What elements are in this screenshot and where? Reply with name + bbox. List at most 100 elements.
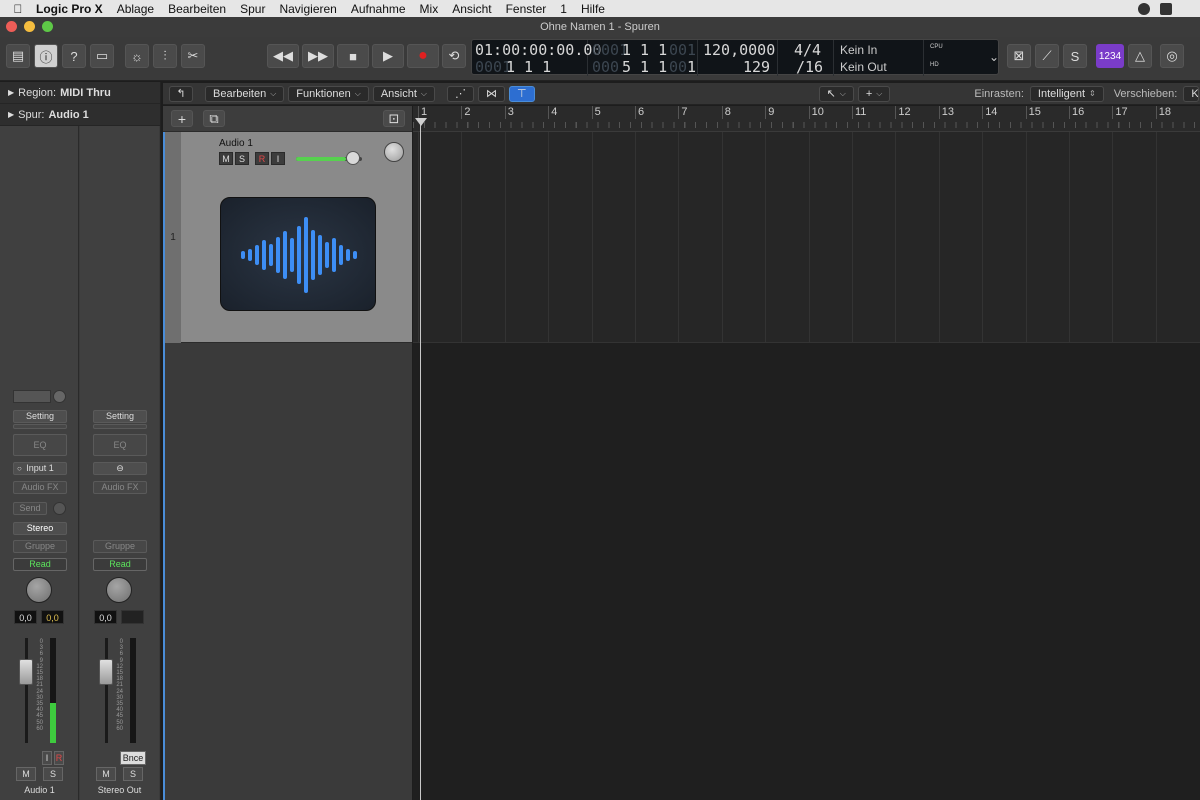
edit-menu[interactable]: Bearbeiten ⌵ <box>205 85 285 102</box>
close-window-button[interactable] <box>6 21 17 32</box>
eq-button[interactable]: EQ <box>93 434 147 456</box>
apple-menu-icon[interactable]:  <box>0 2 36 16</box>
audio-fx-button[interactable]: Audio FX <box>13 481 67 494</box>
input-button[interactable]: ○ Input 1 <box>13 462 67 475</box>
pan-knob[interactable] <box>26 577 52 603</box>
app-menu[interactable]: Logic Pro X <box>36 2 103 16</box>
input-monitor-button[interactable]: I <box>42 751 52 765</box>
functions-menu[interactable]: Funktionen ⌵ <box>288 85 369 102</box>
volume-fader-track[interactable] <box>105 638 108 743</box>
input-knob[interactable] <box>53 390 66 403</box>
catch-playhead-button[interactable]: ⊤ <box>508 85 535 102</box>
mute-button[interactable]: M <box>16 767 36 781</box>
record-enable-button[interactable]: R <box>54 751 64 765</box>
smart-controls-button[interactable]: ☼ <box>125 44 149 68</box>
menu-item-aufnahme[interactable]: Aufnahme <box>351 2 406 16</box>
volume-fader-handle[interactable] <box>99 659 113 685</box>
tuner-button[interactable]: ⟋ <box>1035 44 1059 68</box>
track-record-button[interactable]: R <box>255 152 269 165</box>
loop-browser-button[interactable]: ◎ <box>1160 44 1184 68</box>
playhead-handle[interactable] <box>415 118 427 126</box>
rewind-button[interactable]: ◀◀ <box>267 44 299 68</box>
solo-mode-button[interactable]: S <box>1063 44 1087 68</box>
volume-value[interactable]: 0,0 <box>14 610 37 624</box>
volume-fader-track[interactable] <box>25 638 28 743</box>
region-inspector-header[interactable]: ▶ Region: MIDI Thru <box>0 82 160 104</box>
mute-button[interactable]: M <box>96 767 116 781</box>
volume-fader-handle[interactable] <box>19 659 33 685</box>
editors-button[interactable]: ✂ <box>181 44 205 68</box>
stop-button[interactable]: ■ <box>337 44 369 68</box>
bounce-button[interactable]: Bnce <box>120 751 146 765</box>
bar-ruler[interactable]: 1 2 3 4 5 6 7 8 9 10 11 12 13 14 15 16 17 18 <box>413 106 1200 132</box>
back-button[interactable]: ↰ <box>169 85 193 102</box>
secondary-tool-menu[interactable]: + ⌵ <box>857 85 891 102</box>
menu-item-fenster[interactable]: Fenster <box>506 2 547 16</box>
track-input-monitor-button[interactable]: I <box>271 152 285 165</box>
channel-strip-name[interactable]: Audio 1 <box>0 785 79 795</box>
gain-slot[interactable] <box>13 424 67 429</box>
link-button[interactable]: ⊖ <box>93 462 147 475</box>
metronome-button[interactable]: △ <box>1128 44 1152 68</box>
automation-mode-button[interactable]: Read <box>93 558 147 571</box>
arrange-area[interactable] <box>413 132 1200 800</box>
track-header-audio1[interactable]: 1 Audio 1 M S R I <box>165 132 412 343</box>
duplicate-track-button[interactable]: ⧉ <box>203 110 225 127</box>
cycle-button[interactable]: ⟲ <box>442 44 466 68</box>
drag-select[interactable]: Keine Üb <box>1183 85 1200 102</box>
flex-button[interactable]: ⋈ <box>477 85 505 102</box>
lcd-dropdown-icon[interactable]: ⌄ <box>989 50 999 64</box>
menu-item-1[interactable]: 1 <box>560 2 567 16</box>
output-button[interactable]: Stereo <box>13 522 67 535</box>
add-track-button[interactable]: + <box>171 110 193 127</box>
menu-item-mix[interactable]: Mix <box>420 2 439 16</box>
track-solo-button[interactable]: S <box>235 152 249 165</box>
library-button[interactable]: ▤ <box>6 44 30 68</box>
zoom-window-button[interactable] <box>42 21 53 32</box>
send-button[interactable]: Send <box>13 502 47 515</box>
solo-button[interactable]: S <box>123 767 143 781</box>
list-editors-button[interactable]: ⊠ <box>1007 44 1031 68</box>
gain-slot[interactable] <box>93 424 147 429</box>
view-menu[interactable]: Ansicht ⌵ <box>372 85 435 102</box>
track-name[interactable]: Audio 1 <box>219 138 253 149</box>
send-knob[interactable] <box>53 502 66 515</box>
menu-item-navigieren[interactable]: Navigieren <box>279 2 336 16</box>
record-status-icon[interactable] <box>1138 2 1150 15</box>
menu-item-ablage[interactable]: Ablage <box>117 2 154 16</box>
play-button[interactable]: ▶ <box>372 44 404 68</box>
audio-fx-button[interactable]: Audio FX <box>93 481 147 494</box>
volume-value[interactable]: 0,0 <box>94 610 117 624</box>
automation-button[interactable]: ⋰ <box>446 85 474 102</box>
forward-button[interactable]: ▶▶ <box>302 44 334 68</box>
setting-button[interactable]: Setting <box>13 410 67 423</box>
snap-select[interactable]: Intelligent ⇕ <box>1029 85 1104 102</box>
toolbar-toggle-button[interactable]: ▭ <box>90 44 114 68</box>
lcd-display[interactable]: 01:00:00:00.00 0001 1 1 1 0001 1 1 1 001… <box>471 39 999 76</box>
track-volume-handle[interactable] <box>346 151 360 165</box>
channel-strip-name[interactable]: Stereo Out <box>80 785 159 795</box>
track-pan-knob[interactable] <box>384 142 404 162</box>
menu-item-bearbeiten[interactable]: Bearbeiten <box>168 2 226 16</box>
menu-item-hilfe[interactable]: Hilfe <box>581 2 605 16</box>
menu-item-ansicht[interactable]: Ansicht <box>452 2 491 16</box>
track-lane-audio1[interactable] <box>413 132 1200 343</box>
group-button[interactable]: Gruppe <box>93 540 147 553</box>
minimize-window-button[interactable] <box>24 21 35 32</box>
waveform-track-icon[interactable] <box>220 197 376 311</box>
solo-button[interactable]: S <box>43 767 63 781</box>
track-inspector-header[interactable]: ▶ Spur: Audio 1 <box>0 104 160 126</box>
mixer-button[interactable]: ⫶ <box>153 44 177 68</box>
group-button[interactable]: Gruppe <box>13 540 67 553</box>
inspector-button[interactable]: ⓘ <box>34 44 58 68</box>
setting-button[interactable]: Setting <box>93 410 147 423</box>
quick-help-button[interactable]: ? <box>62 44 86 68</box>
menu-item-spur[interactable]: Spur <box>240 2 265 16</box>
crop-app-icon[interactable] <box>1160 2 1172 15</box>
global-tracks-button[interactable]: ⊡ <box>383 110 405 127</box>
playhead[interactable] <box>420 118 421 800</box>
automation-mode-button[interactable]: Read <box>13 558 67 571</box>
record-button[interactable]: ● <box>407 44 439 68</box>
pointer-tool-menu[interactable]: ↖ ⌵ <box>818 85 854 102</box>
eq-button[interactable]: EQ <box>13 434 67 456</box>
